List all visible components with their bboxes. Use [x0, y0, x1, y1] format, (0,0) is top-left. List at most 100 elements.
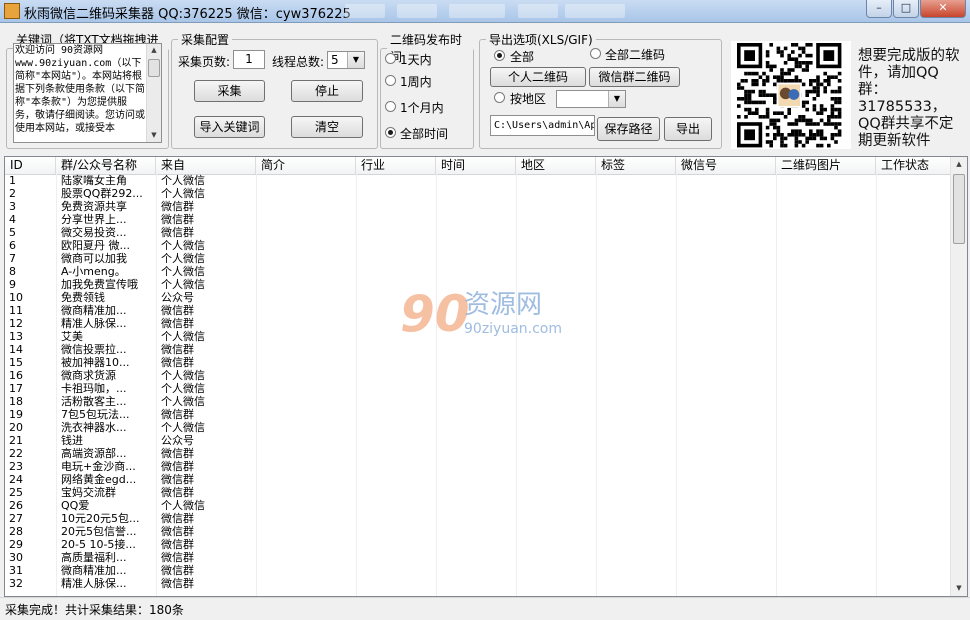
- scroll-thumb[interactable]: [953, 174, 965, 244]
- by-region-radio[interactable]: [494, 92, 505, 103]
- table-row[interactable]: 30 高质量福利... 微信群: [5, 551, 953, 564]
- cell-name: 微商精准加...: [61, 304, 127, 317]
- keywords-textarea[interactable]: 欢迎访问 90资源网 www.90ziyuan.com（以下简称"本网站"）。本…: [13, 43, 162, 143]
- column-header[interactable]: 行业: [356, 157, 436, 174]
- export-all-qr-radio[interactable]: [590, 48, 601, 59]
- import-keywords-button[interactable]: 导入关键词: [194, 116, 265, 138]
- personal-qr-button[interactable]: 个人二维码: [490, 67, 586, 87]
- column-header[interactable]: 地区: [516, 157, 596, 174]
- table-row[interactable]: 6 欧阳夏丹 微... 个人微信: [5, 239, 953, 252]
- cell-name: 免费领钱: [61, 291, 105, 304]
- scroll-down-icon[interactable]: ▼: [148, 129, 160, 142]
- table-row[interactable]: 2 股票QQ群292... 个人微信: [5, 187, 953, 200]
- column-header[interactable]: 标签: [596, 157, 676, 174]
- keywords-scrollbar[interactable]: ▲ ▼: [146, 44, 161, 142]
- table-row[interactable]: 25 宝妈交流群 微信群: [5, 486, 953, 499]
- status-text: 采集完成！共计采集结果：180条: [5, 603, 184, 617]
- column-header[interactable]: 微信号: [676, 157, 776, 174]
- table-row[interactable]: 10 免费领钱 公众号: [5, 291, 953, 304]
- time-radio-2[interactable]: [385, 75, 396, 86]
- table-row[interactable]: 22 高端资源部... 微信群: [5, 447, 953, 460]
- save-path-button[interactable]: 保存路径: [597, 117, 660, 141]
- table-row[interactable]: 20 洗衣神器水... 个人微信: [5, 421, 953, 434]
- clear-button[interactable]: 清空: [291, 116, 363, 138]
- table-row[interactable]: 24 网络黄金egd... 微信群: [5, 473, 953, 486]
- table-row[interactable]: 4 分享世界上... 微信群: [5, 213, 953, 226]
- table-row[interactable]: 21 钱进 公众号: [5, 434, 953, 447]
- cell-name: 钱进: [61, 434, 83, 447]
- table-header: ID 群/公众号名称 来自 简介 行业 时间 地区 标签 微信号 二维码图片 工…: [5, 157, 953, 175]
- cell-name: 分享世界上...: [61, 213, 127, 226]
- region-select[interactable]: ▼: [556, 90, 626, 108]
- chevron-down-icon[interactable]: ▼: [608, 91, 625, 107]
- cell-source: 微信群: [161, 564, 194, 577]
- cell-source: 微信群: [161, 408, 194, 421]
- minimize-button[interactable]: –: [866, 0, 892, 18]
- chevron-down-icon[interactable]: ▼: [347, 52, 364, 68]
- close-button[interactable]: ✕: [920, 0, 966, 18]
- cell-source: 微信群: [161, 317, 194, 330]
- column-header[interactable]: 工作状态: [876, 157, 953, 174]
- table-row[interactable]: 29 20-5 10-5接... 微信群: [5, 538, 953, 551]
- cell-name: 高端资源部...: [61, 447, 127, 460]
- scroll-up-icon[interactable]: ▲: [148, 44, 160, 57]
- column-header[interactable]: 群/公众号名称: [56, 157, 156, 174]
- export-all-label: 全部: [510, 50, 535, 64]
- column-header[interactable]: 来自: [156, 157, 256, 174]
- table-row[interactable]: 5 微交易投资... 微信群: [5, 226, 953, 239]
- table-row[interactable]: 7 微商可以加我 个人微信: [5, 252, 953, 265]
- scroll-up-icon[interactable]: ▲: [953, 158, 965, 171]
- group-qr-button[interactable]: 微信群二维码: [589, 67, 680, 87]
- scroll-down-icon[interactable]: ▼: [953, 582, 965, 595]
- column-header[interactable]: ID: [5, 157, 56, 174]
- table-row[interactable]: 18 活粉散客主... 个人微信: [5, 395, 953, 408]
- results-table[interactable]: ID 群/公众号名称 来自 简介 行业 时间 地区 标签 微信号 二维码图片 工…: [4, 156, 968, 597]
- table-scrollbar[interactable]: ▲ ▼: [950, 157, 967, 596]
- table-row[interactable]: 14 微信投票拉... 微信群: [5, 343, 953, 356]
- collect-button[interactable]: 采集: [194, 80, 265, 102]
- cell-id: 28: [9, 525, 23, 538]
- table-row[interactable]: 3 免费资源共享 微信群: [5, 200, 953, 213]
- scroll-thumb[interactable]: [148, 59, 160, 77]
- export-all-radio[interactable]: [494, 50, 505, 61]
- threads-select[interactable]: 5 ▼: [327, 51, 365, 69]
- table-row[interactable]: 15 被加神器10... 微信群: [5, 356, 953, 369]
- table-row[interactable]: 26 QQ爱 个人微信: [5, 499, 953, 512]
- export-button[interactable]: 导出: [664, 117, 712, 141]
- time-radio-3[interactable]: [385, 101, 396, 112]
- export-legend: 导出选项(XLS/GIF): [489, 33, 593, 47]
- cell-name: 20元5包信誉...: [61, 525, 137, 538]
- table-row[interactable]: 27 10元20元5包... 微信群: [5, 512, 953, 525]
- pages-input[interactable]: 1: [233, 50, 265, 69]
- table-row[interactable]: 1 陆家嘴女主角 个人微信: [5, 174, 953, 187]
- table-row[interactable]: 31 微商精准加... 微信群: [5, 564, 953, 577]
- table-row[interactable]: 13 艾美 个人微信: [5, 330, 953, 343]
- column-header[interactable]: 二维码图片: [776, 157, 876, 174]
- cell-source: 个人微信: [161, 174, 205, 187]
- maximize-button[interactable]: □: [893, 0, 919, 18]
- column-header[interactable]: 时间: [436, 157, 516, 174]
- table-row[interactable]: 16 微商求货源 个人微信: [5, 369, 953, 382]
- taskbar-ghost: [345, 4, 385, 18]
- table-row[interactable]: 32 精准人脉保... 微信群: [5, 577, 953, 590]
- cell-id: 32: [9, 577, 23, 590]
- cell-name: 陆家嘴女主角: [61, 174, 127, 187]
- table-row[interactable]: 9 加我免费宣传哦 个人微信: [5, 278, 953, 291]
- cell-source: 微信群: [161, 213, 194, 226]
- export-path-input[interactable]: C:\Users\admin\Ap: [490, 115, 595, 136]
- column-header[interactable]: 简介: [256, 157, 356, 174]
- time-radio-4[interactable]: [385, 127, 396, 138]
- table-row[interactable]: 11 微商精准加... 微信群: [5, 304, 953, 317]
- table-row[interactable]: 17 卡祖玛咖，... 个人微信: [5, 382, 953, 395]
- table-row[interactable]: 12 精准人脉保... 微信群: [5, 317, 953, 330]
- cell-name: 股票QQ群292...: [61, 187, 143, 200]
- cell-name: 活粉散客主...: [61, 395, 127, 408]
- cell-id: 17: [9, 382, 23, 395]
- stop-button[interactable]: 停止: [291, 80, 363, 102]
- promo-text: 想要完成版的软件，请加QQ群：31785533，QQ群共享不定期更新软件: [858, 48, 960, 149]
- time-radio-1[interactable]: [385, 53, 396, 64]
- table-row[interactable]: 8 A-小meng。 个人微信: [5, 265, 953, 278]
- table-row[interactable]: 19 7包5包玩法... 微信群: [5, 408, 953, 421]
- table-row[interactable]: 28 20元5包信誉... 微信群: [5, 525, 953, 538]
- table-row[interactable]: 23 电玩+金沙商... 微信群: [5, 460, 953, 473]
